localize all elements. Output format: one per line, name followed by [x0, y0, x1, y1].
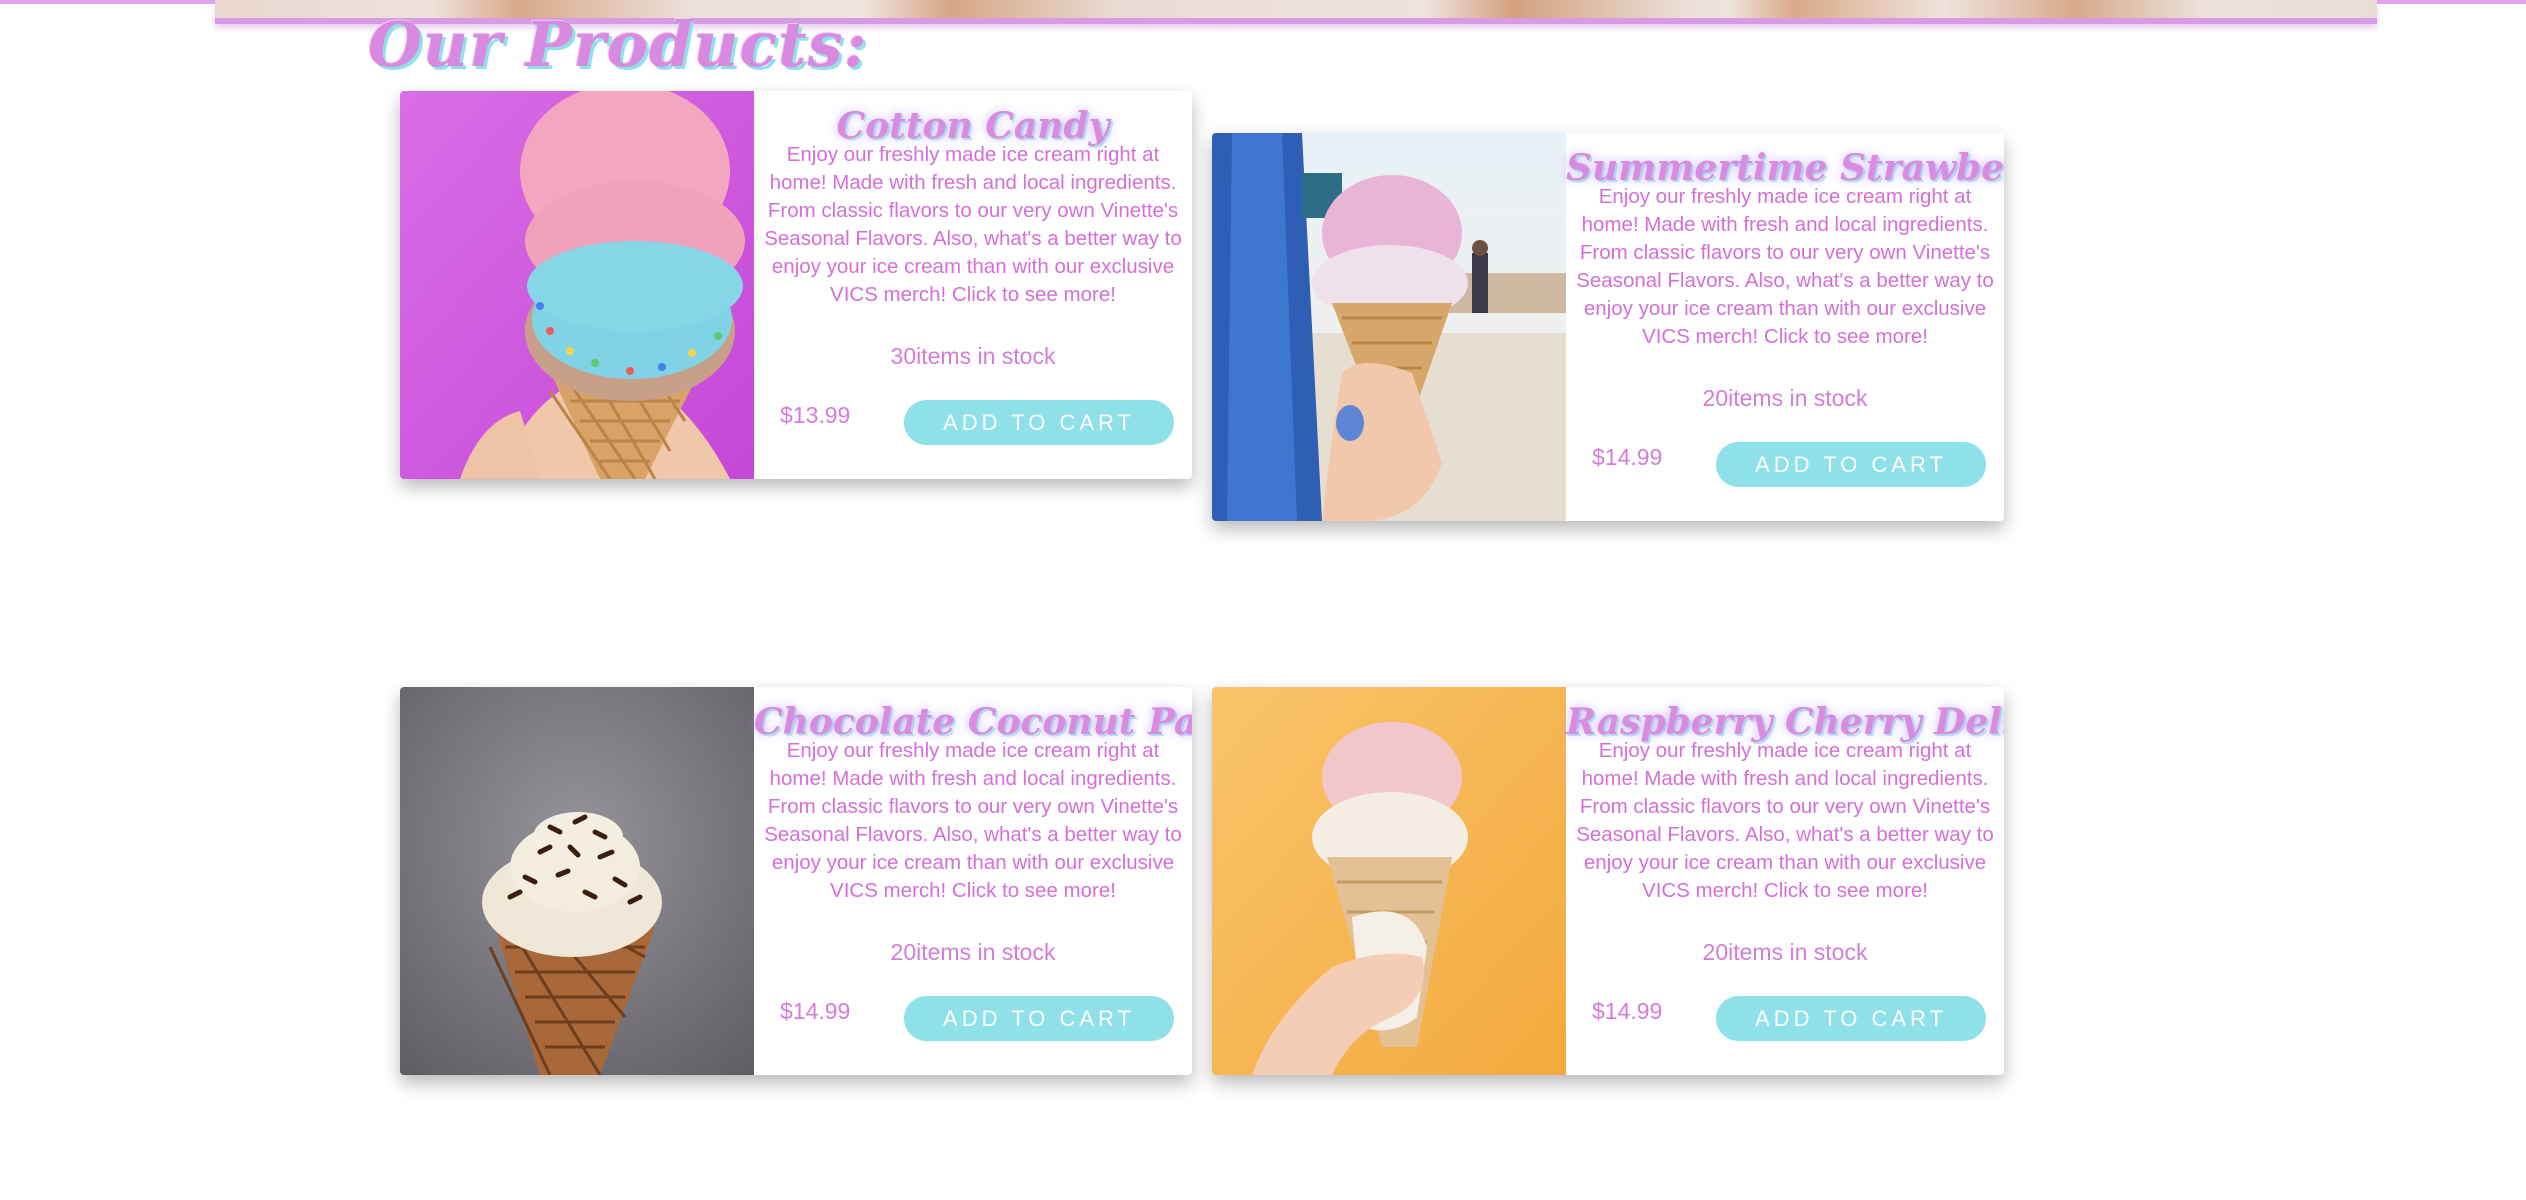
- stock-count: 20items in stock: [1702, 939, 1868, 965]
- product-image[interactable]: [400, 91, 754, 479]
- product-price: $13.99: [780, 402, 851, 428]
- product-image[interactable]: [1212, 687, 1566, 1075]
- product-image[interactable]: [1212, 133, 1566, 521]
- stock-count: 20items in stock: [890, 939, 1056, 965]
- product-image[interactable]: [400, 687, 754, 1075]
- product-price: $14.99: [1592, 998, 1663, 1024]
- product-description: Enjoy our freshly made ice cream right a…: [1576, 185, 1994, 348]
- product-description: Enjoy our freshly made ice cream right a…: [1576, 739, 1994, 902]
- product-card[interactable]: Raspberry Cherry Delight Enjoy our fresh…: [1212, 687, 2004, 1075]
- stock-count: 30items in stock: [890, 343, 1056, 369]
- product-card[interactable]: Chocolate Coconut Paradise Enjoy our fre…: [400, 687, 1192, 1075]
- product-card[interactable]: Cotton Candy Enjoy our freshly made ice …: [400, 91, 1192, 479]
- product-info: Summertime Strawberry Enjoy our freshly …: [1566, 133, 2004, 521]
- product-price: $14.99: [780, 998, 851, 1024]
- product-description: Enjoy our freshly made ice cream right a…: [764, 143, 1182, 306]
- add-to-cart-button[interactable]: ADD TO CART: [1716, 996, 1986, 1041]
- products-page: Our Products: Cotton Candy Enjoy our fre…: [0, 0, 2526, 1200]
- add-to-cart-button[interactable]: ADD TO CART: [1716, 442, 1986, 487]
- product-price: $14.99: [1592, 444, 1663, 470]
- product-info: Raspberry Cherry Delight Enjoy our fresh…: [1566, 687, 2004, 1075]
- product-card[interactable]: Summertime Strawberry Enjoy our freshly …: [1212, 133, 2004, 521]
- add-to-cart-button[interactable]: ADD TO CART: [904, 400, 1174, 445]
- cotton-candy-cone-image: [400, 91, 754, 479]
- section-title: Our Products:: [368, 8, 868, 81]
- add-to-cart-button[interactable]: ADD TO CART: [904, 996, 1174, 1041]
- product-description: Enjoy our freshly made ice cream right a…: [764, 739, 1182, 902]
- product-info: Cotton Candy Enjoy our freshly made ice …: [754, 91, 1192, 479]
- chocolate-coconut-cone-image: [400, 687, 754, 1075]
- product-info: Chocolate Coconut Paradise Enjoy our fre…: [754, 687, 1192, 1075]
- raspberry-cherry-cone-image: [1212, 687, 1566, 1075]
- boardwalk-cone-image: [1212, 133, 1566, 521]
- stock-count: 20items in stock: [1702, 385, 1868, 411]
